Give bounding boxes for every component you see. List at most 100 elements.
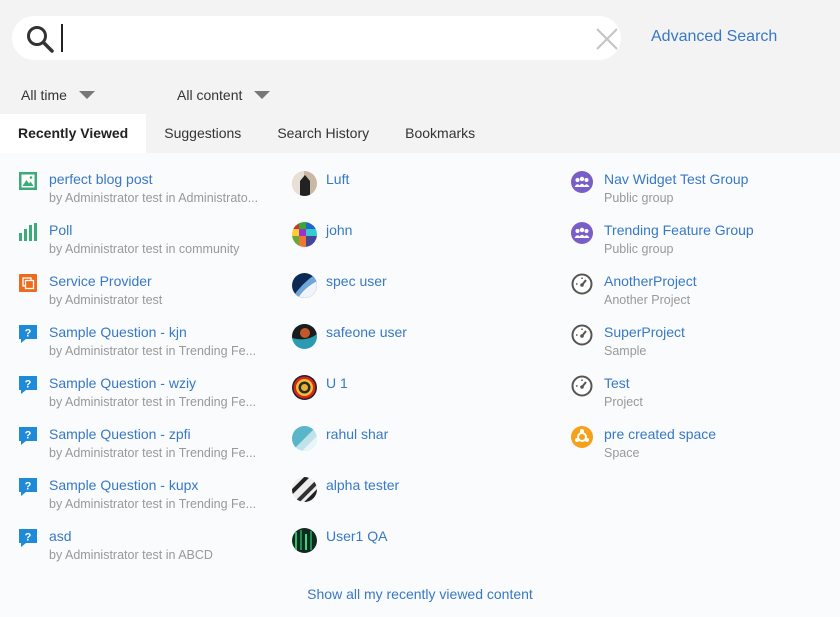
avatar xyxy=(292,324,317,349)
tab-bookmarks[interactable]: Bookmarks xyxy=(387,114,493,153)
item-title[interactable]: Sample Question - kjn xyxy=(49,324,187,340)
avatar xyxy=(292,477,317,502)
chevron-down-icon xyxy=(78,91,95,99)
list-item[interactable]: SuperProject Sample xyxy=(571,322,831,373)
list-item[interactable]: Test Project xyxy=(571,373,831,424)
svg-text:?: ? xyxy=(25,532,32,544)
person-name[interactable]: safeone user xyxy=(326,324,407,340)
project-gauge-icon xyxy=(571,273,593,295)
person-name[interactable]: U 1 xyxy=(326,375,348,391)
item-subtitle: Sample xyxy=(604,344,647,358)
item-title[interactable]: perfect blog post xyxy=(49,171,153,187)
list-item[interactable]: U 1 xyxy=(292,373,542,424)
question-icon: ? xyxy=(19,427,37,445)
question-icon: ? xyxy=(19,478,37,496)
list-item[interactable]: AnotherProject Another Project xyxy=(571,271,831,322)
item-subtitle: Another Project xyxy=(604,293,691,307)
avatar xyxy=(292,171,317,196)
tab-search-history[interactable]: Search History xyxy=(259,114,387,153)
item-title[interactable]: SuperProject xyxy=(604,324,685,340)
content-column: perfect blog post by Administrator test … xyxy=(18,169,273,577)
svg-text:?: ? xyxy=(25,430,32,442)
item-subtitle: by Administrator test in Administrato... xyxy=(49,191,259,205)
item-title[interactable]: Sample Question - wziy xyxy=(49,375,196,391)
list-item[interactable]: alpha tester xyxy=(292,475,542,526)
places-column: Nav Widget Test Group Public group Trend… xyxy=(571,169,831,475)
person-name[interactable]: alpha tester xyxy=(326,477,399,493)
close-icon[interactable] xyxy=(596,28,618,50)
item-subtitle: by Administrator test in community xyxy=(49,242,240,256)
list-item[interactable]: safeone user xyxy=(292,322,542,373)
blog-post-icon xyxy=(19,172,37,190)
list-item[interactable]: ? Sample Question - wziy by Administrato… xyxy=(18,373,273,424)
list-item[interactable]: Luft xyxy=(292,169,542,220)
avatar xyxy=(292,222,317,247)
item-subtitle: by Administrator test in Trending Fe... xyxy=(49,395,257,409)
list-item[interactable]: Service Provider by Administrator test xyxy=(18,271,273,322)
list-item[interactable]: rahul shar xyxy=(292,424,542,475)
list-item[interactable]: Poll by Administrator test in community xyxy=(18,220,273,271)
content-filter-label: All content xyxy=(177,87,243,103)
time-filter-label: All time xyxy=(21,87,67,103)
svg-text:?: ? xyxy=(25,379,32,391)
content-filter-dropdown[interactable]: All content xyxy=(177,87,271,103)
item-title[interactable]: Poll xyxy=(49,222,72,238)
item-subtitle: by Administrator test xyxy=(49,293,163,307)
avatar xyxy=(292,273,317,298)
list-item[interactable]: pre created space Space xyxy=(571,424,831,475)
item-title[interactable]: Trending Feature Group xyxy=(604,222,754,238)
search-box[interactable] xyxy=(12,16,621,60)
item-subtitle: by Administrator test in Trending Fe... xyxy=(49,344,257,358)
avatar xyxy=(292,375,317,400)
space-icon xyxy=(571,426,593,448)
list-item[interactable]: ? Sample Question - kjn by Administrator… xyxy=(18,322,273,373)
question-icon: ? xyxy=(19,529,37,547)
list-item[interactable]: ? Sample Question - zpfi by Administrato… xyxy=(18,424,273,475)
tab-recently-viewed[interactable]: Recently Viewed xyxy=(0,114,147,153)
question-icon: ? xyxy=(19,325,37,343)
item-title[interactable]: Nav Widget Test Group xyxy=(604,171,748,187)
avatar xyxy=(292,528,317,553)
list-item[interactable]: ? asd by Administrator test in ABCD xyxy=(18,526,273,577)
item-subtitle: Public group xyxy=(604,191,674,205)
item-subtitle: Project xyxy=(604,395,643,409)
tab-bar: Recently Viewed Suggestions Search Histo… xyxy=(0,114,493,153)
item-title[interactable]: asd xyxy=(49,528,72,544)
list-item[interactable]: ? Sample Question - kupx by Administrato… xyxy=(18,475,273,526)
advanced-search-link[interactable]: Advanced Search xyxy=(651,28,777,46)
list-item[interactable]: perfect blog post by Administrator test … xyxy=(18,169,273,220)
item-title[interactable]: Sample Question - zpfi xyxy=(49,426,191,442)
svg-text:?: ? xyxy=(25,481,32,493)
people-column: Luft john spec user safeone user U 1 rah… xyxy=(292,169,542,577)
question-icon: ? xyxy=(19,376,37,394)
person-name[interactable]: spec user xyxy=(326,273,387,289)
search-input[interactable] xyxy=(64,22,568,56)
time-filter-dropdown[interactable]: All time xyxy=(21,87,95,103)
group-icon xyxy=(571,171,593,193)
person-name[interactable]: rahul shar xyxy=(326,426,388,442)
avatar xyxy=(292,426,317,451)
document-icon xyxy=(19,274,37,292)
list-item[interactable]: User1 QA xyxy=(292,526,542,577)
item-subtitle: by Administrator test in Trending Fe... xyxy=(49,446,257,460)
person-name[interactable]: john xyxy=(326,222,352,238)
item-title[interactable]: Sample Question - kupx xyxy=(49,477,198,493)
list-item[interactable]: spec user xyxy=(292,271,542,322)
show-all-recently-viewed-link[interactable]: Show all my recently viewed content xyxy=(0,586,840,602)
item-title[interactable]: Service Provider xyxy=(49,273,152,289)
project-gauge-icon xyxy=(571,324,593,346)
person-name[interactable]: Luft xyxy=(326,171,349,187)
text-cursor xyxy=(61,24,63,52)
list-item[interactable]: Trending Feature Group Public group xyxy=(571,220,831,271)
item-title[interactable]: AnotherProject xyxy=(604,273,697,289)
item-subtitle: by Administrator test in ABCD xyxy=(49,548,213,562)
tab-suggestions[interactable]: Suggestions xyxy=(146,114,259,153)
item-title[interactable]: pre created space xyxy=(604,426,716,442)
list-item[interactable]: john xyxy=(292,220,542,271)
group-icon xyxy=(571,222,593,244)
person-name[interactable]: User1 QA xyxy=(326,528,387,544)
item-title[interactable]: Test xyxy=(604,375,630,391)
item-subtitle: Public group xyxy=(604,242,674,256)
list-item[interactable]: Nav Widget Test Group Public group xyxy=(571,169,831,220)
search-header: Advanced Search All time All content Rec… xyxy=(0,0,840,153)
